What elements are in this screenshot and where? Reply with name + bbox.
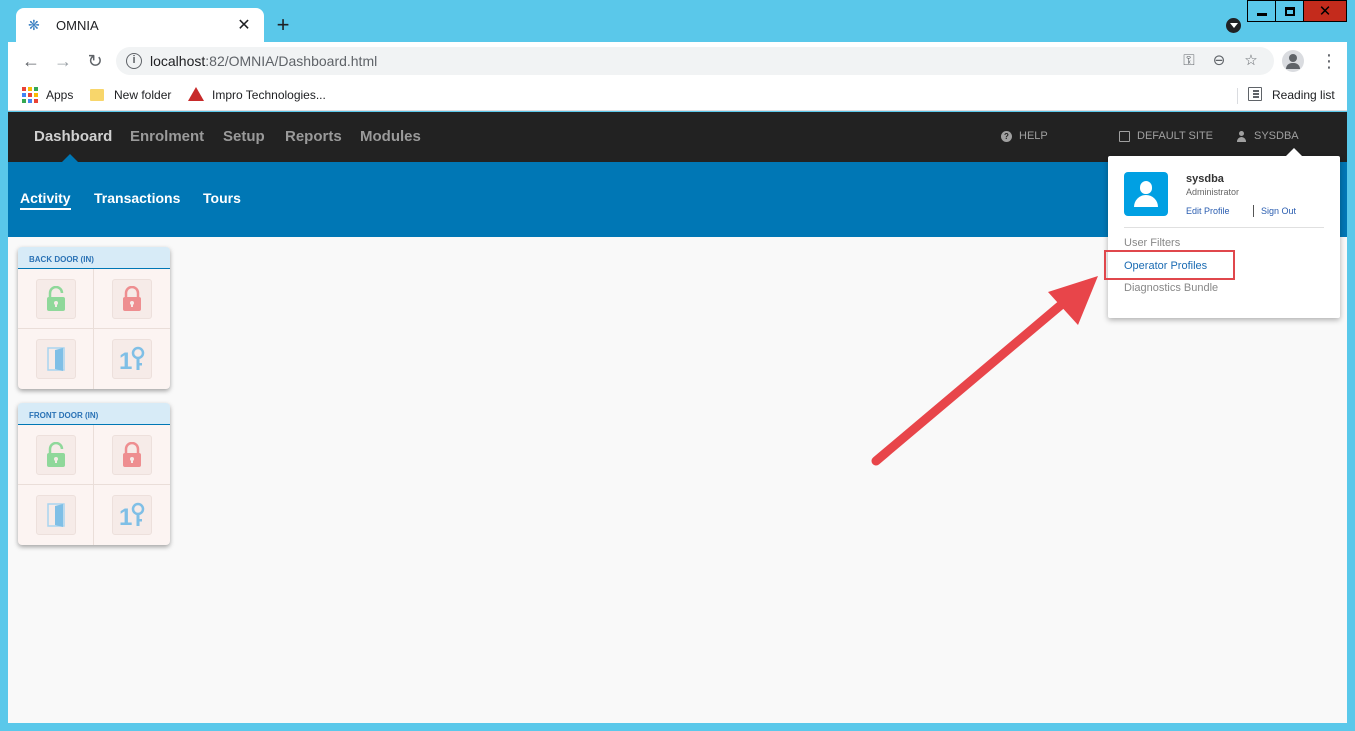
help-icon: ? [1001, 130, 1012, 142]
window-controls: ✕ [1247, 0, 1347, 22]
door-widget-back: BACK DOOR (IN) 1 [18, 247, 170, 389]
door-widget-front: FRONT DOOR (IN) 1 [18, 403, 170, 545]
sign-out-link[interactable]: Sign Out [1261, 206, 1296, 216]
omnia-app: Dashboard Enrolment Setup Reports Module… [8, 112, 1347, 723]
door-cell [18, 269, 94, 329]
browser-toolbar: ← → ↻ i localhost:82/OMNIA/Dashboard.htm… [8, 42, 1347, 80]
door-cell [18, 485, 94, 545]
lock-icon [123, 441, 141, 467]
profile-username: sysdba [1186, 173, 1224, 185]
tab-transactions[interactable]: Transactions [94, 190, 180, 206]
door-cell [94, 269, 170, 329]
lock-icon [123, 285, 141, 311]
minimize-button[interactable] [1247, 0, 1276, 22]
door-title: FRONT DOOR (IN) [18, 403, 170, 425]
unlock-button[interactable] [35, 434, 76, 475]
maximize-button[interactable] [1275, 0, 1304, 22]
nav-enrolment[interactable]: Enrolment [130, 128, 204, 145]
door-icon [46, 347, 65, 371]
lock-button[interactable] [112, 434, 152, 475]
apps-grid-icon [22, 87, 38, 103]
tab-tours[interactable]: Tours [203, 190, 241, 206]
door-cell [18, 329, 94, 389]
bookmark-star-icon[interactable]: ☆ [1242, 52, 1260, 70]
door-icon [46, 503, 65, 527]
momentary-unlock-button[interactable]: 1 [112, 339, 152, 379]
door-title: BACK DOOR (IN) [18, 247, 170, 269]
svg-text:1: 1 [119, 348, 132, 373]
forward-arrow-icon[interactable]: → [52, 50, 74, 72]
door-open-button[interactable] [35, 495, 76, 535]
tab-search-icon[interactable] [1226, 18, 1241, 33]
tab-close-icon[interactable]: ✕ [236, 15, 252, 35]
tab-title: OMNIA [56, 17, 99, 33]
address-bar[interactable]: i localhost:82/OMNIA/Dashboard.html ⚿ ⊖ … [116, 47, 1274, 75]
folder-icon [90, 87, 106, 103]
site-info-icon[interactable]: i [126, 53, 142, 69]
zoom-icon[interactable]: ⊖ [1210, 52, 1228, 70]
maximize-icon [1284, 6, 1295, 16]
bookmark-new-folder[interactable]: New folder [90, 86, 171, 104]
back-arrow-icon[interactable]: ← [20, 50, 42, 72]
site-disk-icon [1119, 130, 1130, 142]
active-nav-caret [62, 154, 78, 162]
bookmarks-separator [1237, 88, 1238, 104]
dropdown-divider [1124, 227, 1324, 228]
unlock-icon [46, 441, 65, 467]
impro-logo-icon [188, 87, 204, 103]
top-navigation: Dashboard Enrolment Setup Reports Module… [8, 112, 1347, 162]
minimize-icon [1256, 12, 1267, 16]
tab-activity[interactable]: Activity [20, 190, 71, 210]
new-tab-button[interactable]: + [270, 12, 296, 38]
profile-dropdown: sysdba Administrator Edit Profile Sign O… [1108, 148, 1340, 318]
key-pulse-icon: 1 [119, 502, 145, 529]
key-icon[interactable]: ⚿ [1180, 52, 1198, 70]
profile-avatar-icon [1124, 172, 1168, 216]
lock-button[interactable] [112, 278, 152, 319]
door-cell [94, 425, 170, 485]
door-controls: 1 [18, 269, 170, 389]
url-text[interactable]: localhost:82/OMNIA/Dashboard.html [150, 53, 377, 69]
nav-setup[interactable]: Setup [223, 128, 265, 145]
reading-list-icon [1248, 87, 1264, 103]
svg-text:1: 1 [119, 504, 132, 529]
bookmarks-bar: Apps New folder Impro Technologies... Re… [8, 80, 1347, 111]
user-menu[interactable]: SYSDBA [1236, 130, 1299, 142]
door-cell: 1 [94, 485, 170, 545]
door-open-button[interactable] [35, 339, 76, 379]
reading-list-button[interactable]: Reading list [1248, 86, 1335, 104]
nav-modules[interactable]: Modules [360, 128, 421, 145]
close-icon: ✕ [1318, 3, 1332, 20]
door-cell [18, 425, 94, 485]
site-selector[interactable]: DEFAULT SITE [1119, 130, 1213, 142]
link-separator [1253, 205, 1254, 217]
bookmark-apps[interactable]: Apps [22, 86, 73, 104]
help-link[interactable]: ? HELP [1001, 130, 1048, 142]
bookmark-impro[interactable]: Impro Technologies... [188, 86, 326, 104]
browser-window: ❋ OMNIA ✕ + ✕ ← → ↻ i localhost:82/OMNIA… [0, 0, 1355, 731]
browser-tab-omnia[interactable]: ❋ OMNIA ✕ [16, 8, 264, 42]
nav-dashboard[interactable]: Dashboard [34, 128, 112, 145]
menu-kebab-icon[interactable]: ⋮ [1318, 50, 1340, 72]
door-controls: 1 [18, 425, 170, 545]
unlock-icon [46, 285, 65, 311]
momentary-unlock-button[interactable]: 1 [112, 495, 152, 535]
menu-item-user-filters[interactable]: User Filters [1124, 237, 1180, 249]
profile-role: Administrator [1186, 187, 1240, 197]
menu-item-diagnostics-bundle[interactable]: Diagnostics Bundle [1124, 282, 1218, 294]
unlock-button[interactable] [35, 278, 76, 319]
user-icon [1236, 130, 1247, 142]
edit-profile-link[interactable]: Edit Profile [1186, 206, 1230, 216]
reload-icon[interactable]: ↻ [84, 50, 106, 72]
close-window-button[interactable]: ✕ [1303, 0, 1347, 22]
annotation-highlight-box [1104, 250, 1235, 280]
key-pulse-icon: 1 [119, 346, 145, 373]
nav-reports[interactable]: Reports [285, 128, 342, 145]
door-cell: 1 [94, 329, 170, 389]
tab-strip: ❋ OMNIA ✕ + [8, 0, 1347, 42]
omnia-favicon-icon: ❋ [28, 17, 40, 33]
profile-avatar-icon[interactable] [1282, 50, 1304, 72]
